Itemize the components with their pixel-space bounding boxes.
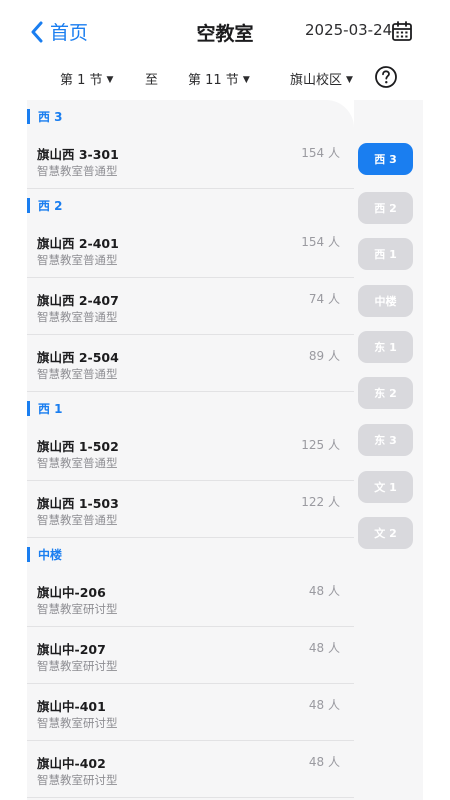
classroom-type: 智慧教室普通型 <box>37 164 118 178</box>
classroom-name: 旗山西 1-503 <box>37 496 119 511</box>
calendar-icon[interactable] <box>391 20 413 42</box>
classroom-row[interactable]: 旗山西 2-401 智慧教室普通型 154 人 <box>27 221 354 278</box>
caret-down-icon: ▼ <box>106 75 114 85</box>
campus-label: 旗山校区 <box>290 73 343 88</box>
campus-select[interactable]: 旗山校区 ▼ <box>290 69 353 88</box>
classroom-type: 智慧教室普通型 <box>37 310 118 324</box>
classroom-capacity: 48 人 <box>308 641 340 655</box>
classroom-type: 智慧教室研讨型 <box>37 716 118 730</box>
section-marker <box>27 400 30 416</box>
classroom-name: 旗山西 3-301 <box>37 147 119 162</box>
section-header: 西 2 <box>27 189 354 221</box>
classroom-type: 智慧教室普通型 <box>37 513 118 527</box>
end-period-label: 第 11 节 <box>188 73 239 88</box>
classroom-list: 西 3 旗山西 3-301 智慧教室普通型 154 人西 2 旗山西 2-401 智慧教室… <box>27 100 354 800</box>
classroom-type: 智慧教室普通型 <box>37 367 118 381</box>
classroom-name: 旗山西 1-502 <box>37 439 119 454</box>
classroom-capacity: 48 人 <box>308 755 340 769</box>
help-icon[interactable] <box>374 65 398 89</box>
classroom-name: 旗山中-206 <box>37 585 106 600</box>
section-title: 西 1 <box>38 401 63 416</box>
filter-bar: 第 1 节 ▼ 至 第 11 节 ▼ 旗山校区 ▼ <box>0 62 450 98</box>
section-title: 中楼 <box>38 547 63 562</box>
section-marker <box>27 197 30 213</box>
classroom-row[interactable]: 旗山中-207 智慧教室研讨型 48 人 <box>27 627 354 684</box>
index-item[interactable]: 西 3 <box>358 143 413 175</box>
classroom-type: 智慧教室研讨型 <box>37 773 118 787</box>
section-marker <box>27 108 30 124</box>
classroom-row[interactable]: 旗山西 3-301 智慧教室普通型 154 人 <box>27 132 354 189</box>
classroom-row[interactable]: 旗山中-401 智慧教室研讨型 48 人 <box>27 684 354 741</box>
to-label: 至 <box>145 73 159 88</box>
classroom-name: 旗山西 2-401 <box>37 236 119 251</box>
classroom-type: 智慧教室普通型 <box>37 253 118 267</box>
section-header: 西 1 <box>27 392 354 424</box>
index-item[interactable]: 东 2 <box>358 377 413 409</box>
classroom-row[interactable]: 旗山西 2-407 智慧教室普通型 74 人 <box>27 278 354 335</box>
index-item[interactable]: 西 1 <box>358 238 413 270</box>
section-header: 西 3 <box>27 100 354 132</box>
index-item[interactable]: 文 2 <box>358 517 413 549</box>
classroom-name: 旗山西 2-504 <box>37 350 119 365</box>
classroom-capacity: 154 人 <box>301 146 340 160</box>
section-title: 西 2 <box>38 198 63 213</box>
classroom-capacity: 48 人 <box>308 698 340 712</box>
classroom-capacity: 74 人 <box>308 292 340 306</box>
classroom-capacity: 125 人 <box>301 438 340 452</box>
classroom-type: 智慧教室研讨型 <box>37 602 118 616</box>
index-item[interactable]: 东 1 <box>358 331 413 363</box>
index-item[interactable]: 中楼 <box>358 285 413 317</box>
classroom-name: 旗山中-401 <box>37 699 106 714</box>
date-label[interactable]: 2025-03-24 <box>305 21 392 39</box>
classroom-row[interactable]: 旗山西 1-503 智慧教室普通型 122 人 <box>27 481 354 538</box>
classroom-row[interactable]: 旗山西 2-504 智慧教室普通型 89 人 <box>27 335 354 392</box>
index-item[interactable]: 文 1 <box>358 471 413 503</box>
end-period-select[interactable]: 第 11 节 ▼ <box>188 69 250 88</box>
section-marker <box>27 546 30 562</box>
section-header: 中楼 <box>27 538 354 570</box>
classroom-capacity: 48 人 <box>308 584 340 598</box>
navigation-bar: 首页 空教室 2025-03-24 <box>0 0 450 62</box>
index-item[interactable]: 西 2 <box>358 192 413 224</box>
classroom-row[interactable]: 旗山中-402 智慧教室研讨型 48 人 <box>27 741 354 798</box>
classroom-row[interactable]: 旗山中-206 智慧教室研讨型 48 人 <box>27 570 354 627</box>
classroom-type: 智慧教室普通型 <box>37 456 118 470</box>
section-title: 西 3 <box>38 109 63 124</box>
classroom-type: 智慧教室研讨型 <box>37 659 118 673</box>
classroom-row[interactable]: 旗山西 1-502 智慧教室普通型 125 人 <box>27 424 354 481</box>
classroom-capacity: 154 人 <box>301 235 340 249</box>
classroom-name: 旗山中-402 <box>37 756 106 771</box>
classroom-name: 旗山西 2-407 <box>37 293 119 308</box>
start-period-select[interactable]: 第 1 节 ▼ <box>60 69 113 88</box>
classroom-name: 旗山中-207 <box>37 642 106 657</box>
start-period-label: 第 1 节 <box>60 73 103 88</box>
caret-down-icon: ▼ <box>346 75 353 85</box>
classroom-capacity: 89 人 <box>308 349 340 363</box>
classroom-capacity: 122 人 <box>301 495 340 509</box>
index-item[interactable]: 东 3 <box>358 424 413 456</box>
caret-down-icon: ▼ <box>242 75 250 85</box>
